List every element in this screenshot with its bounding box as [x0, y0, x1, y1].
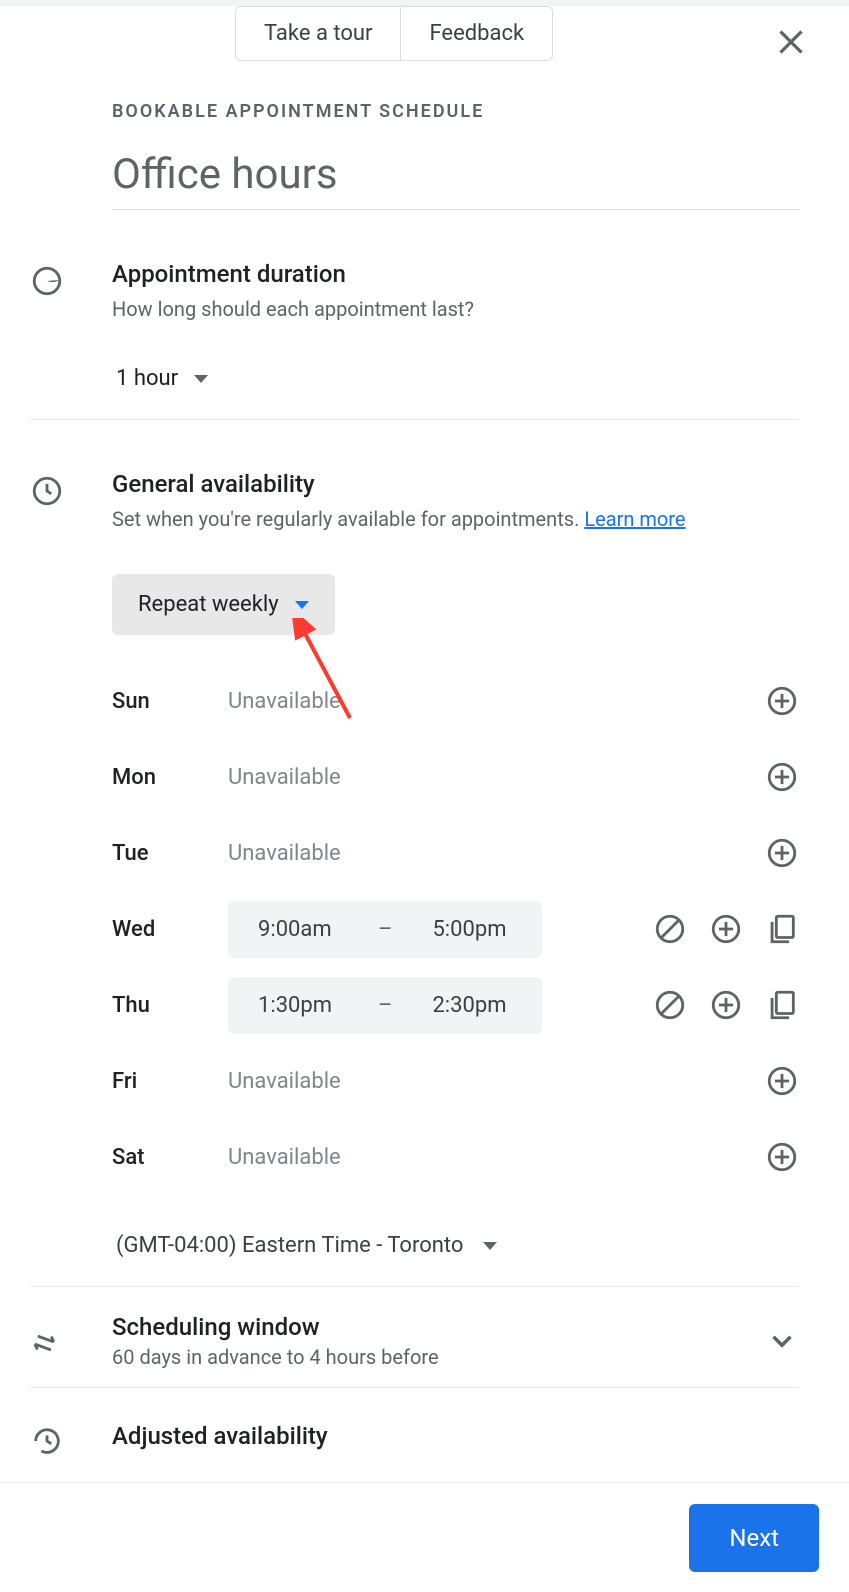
- unavailable-label: Unavailable: [228, 765, 341, 790]
- repeat-dropdown[interactable]: Repeat weekly: [112, 574, 335, 635]
- adjusted-availability-title: Adjusted availability: [112, 1422, 799, 1450]
- day-label: Sat: [112, 1145, 228, 1170]
- unavailable-label: Unavailable: [228, 841, 341, 866]
- availability-subtitle: Set when you're regularly available for …: [112, 504, 799, 534]
- copy-icon[interactable]: [765, 912, 799, 946]
- day-label: Sun: [112, 689, 228, 714]
- day-row-fri: Fri Unavailable: [112, 1043, 799, 1119]
- day-label: Mon: [112, 765, 228, 790]
- next-button[interactable]: Next: [689, 1504, 819, 1572]
- add-time-icon[interactable]: [709, 988, 743, 1022]
- breadcrumb: BOOKABLE APPOINTMENT SCHEDULE: [112, 101, 799, 122]
- end-time-input[interactable]: 5:00pm: [402, 901, 542, 958]
- caret-down-icon: [295, 601, 309, 609]
- add-time-icon[interactable]: [709, 912, 743, 946]
- disable-icon[interactable]: [653, 988, 687, 1022]
- copy-icon[interactable]: [765, 988, 799, 1022]
- day-row-mon: Mon Unavailable: [112, 739, 799, 815]
- time-separator: –: [368, 993, 402, 1018]
- day-row-sun: Sun Unavailable: [112, 663, 799, 739]
- day-label: Thu: [112, 993, 228, 1018]
- duration-dropdown[interactable]: 1 hour: [112, 358, 220, 399]
- caret-down-icon: [194, 375, 208, 383]
- availability-title: General availability: [112, 470, 799, 498]
- scheduling-window-sub: 60 days in advance to 4 hours before: [112, 1345, 765, 1369]
- day-row-sat: Sat Unavailable: [112, 1119, 799, 1195]
- day-row-thu: Thu 1:30pm – 2:30pm: [112, 967, 799, 1043]
- close-icon[interactable]: [773, 24, 809, 60]
- unavailable-label: Unavailable: [228, 1145, 341, 1170]
- start-time-input[interactable]: 1:30pm: [228, 977, 368, 1034]
- take-a-tour-button[interactable]: Take a tour: [236, 7, 400, 60]
- timezone-value: (GMT-04:00) Eastern Time - Toronto: [116, 1233, 463, 1258]
- feedback-button[interactable]: Feedback: [400, 7, 552, 60]
- duration-icon: [30, 260, 112, 399]
- time-separator: –: [368, 917, 402, 942]
- timezone-dropdown[interactable]: (GMT-04:00) Eastern Time - Toronto: [112, 1225, 799, 1266]
- day-row-tue: Tue Unavailable: [112, 815, 799, 891]
- add-time-icon[interactable]: [765, 836, 799, 870]
- repeat-value: Repeat weekly: [138, 592, 279, 617]
- clock-icon: [30, 470, 112, 1266]
- add-time-icon[interactable]: [765, 1064, 799, 1098]
- adjusted-icon: [30, 1414, 112, 1462]
- day-label: Wed: [112, 917, 228, 942]
- unavailable-label: Unavailable: [228, 689, 341, 714]
- duration-value: 1 hour: [116, 366, 178, 391]
- duration-title: Appointment duration: [112, 260, 799, 288]
- day-row-wed: Wed 9:00am – 5:00pm: [112, 891, 799, 967]
- start-time-input[interactable]: 9:00am: [228, 901, 368, 958]
- add-time-icon[interactable]: [765, 1140, 799, 1174]
- add-time-icon[interactable]: [765, 760, 799, 794]
- duration-subtitle: How long should each appointment last?: [112, 294, 799, 324]
- schedule-title-input[interactable]: [112, 150, 799, 210]
- end-time-input[interactable]: 2:30pm: [402, 977, 542, 1034]
- caret-down-icon: [483, 1242, 497, 1250]
- unavailable-label: Unavailable: [228, 1069, 341, 1094]
- day-label: Tue: [112, 841, 228, 866]
- expand-chevron-icon[interactable]: [765, 1324, 799, 1358]
- swap-icon: [30, 1317, 112, 1365]
- learn-more-link[interactable]: Learn more: [584, 507, 685, 531]
- add-time-icon[interactable]: [765, 684, 799, 718]
- disable-icon[interactable]: [653, 912, 687, 946]
- day-label: Fri: [112, 1069, 228, 1094]
- scheduling-window-title: Scheduling window: [112, 1313, 765, 1341]
